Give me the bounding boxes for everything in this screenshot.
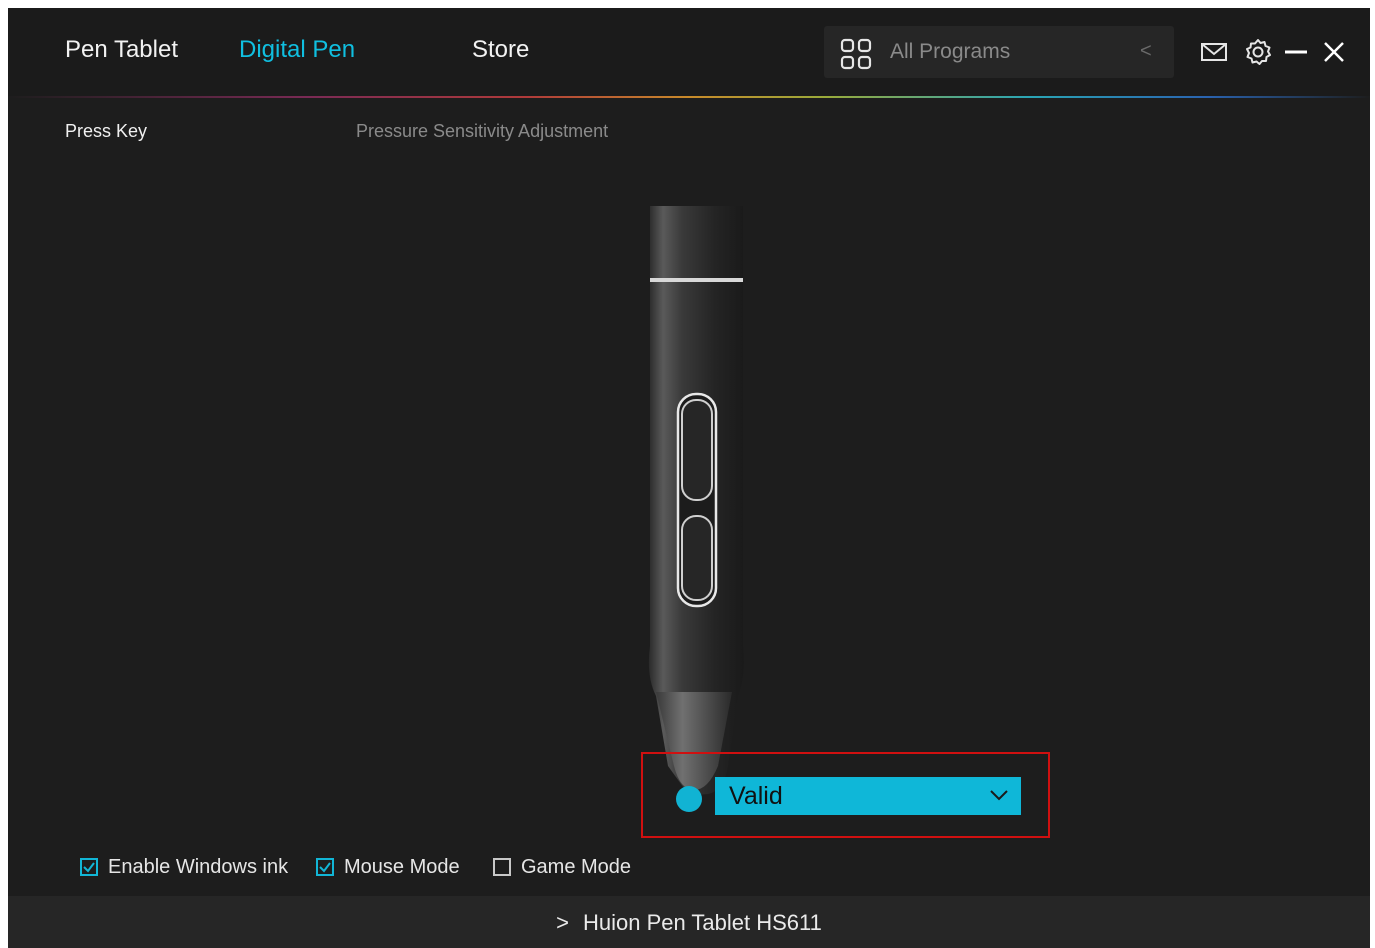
- program-selector[interactable]: All Programs <: [824, 26, 1174, 78]
- checkbox-unchecked-icon[interactable]: [493, 858, 511, 876]
- option-label: Game Mode: [521, 855, 632, 878]
- tab-digital-pen[interactable]: Digital Pen: [239, 36, 355, 64]
- digital-pen-illustration: [648, 206, 744, 795]
- app-window: Pen Tablet Digital Pen Store All Program…: [8, 8, 1370, 948]
- close-icon[interactable]: [1320, 38, 1348, 66]
- device-footer[interactable]: > Huion Pen Tablet HS611: [8, 896, 1370, 948]
- grid-icon: [840, 38, 872, 70]
- highlight-box: [641, 752, 1050, 838]
- chevron-right-icon: >: [556, 910, 569, 935]
- option-label: Mouse Mode: [344, 855, 460, 878]
- checkbox-checked-icon[interactable]: [80, 858, 98, 876]
- subtab-press-key[interactable]: Press Key: [65, 121, 147, 142]
- option-label: Enable Windows ink: [108, 855, 289, 878]
- subtab-pressure-sensitivity[interactable]: Pressure Sensitivity Adjustment: [356, 121, 608, 142]
- option-game-mode[interactable]: Game Mode: [493, 854, 631, 880]
- device-label: Huion Pen Tablet HS611: [582, 910, 822, 935]
- mail-icon[interactable]: [1200, 38, 1228, 66]
- top-navigation-bar: Pen Tablet Digital Pen Store All Program…: [8, 8, 1370, 96]
- tab-pen-tablet[interactable]: Pen Tablet: [65, 36, 178, 64]
- checkbox-checked-icon[interactable]: [316, 858, 334, 876]
- minimize-icon[interactable]: [1282, 38, 1310, 66]
- option-enable-windows-ink[interactable]: Enable Windows ink: [80, 854, 288, 880]
- gear-icon[interactable]: [1244, 38, 1272, 66]
- option-mouse-mode[interactable]: Mouse Mode: [316, 854, 460, 880]
- accent-divider: [8, 96, 1370, 98]
- device-name[interactable]: > Huion Pen Tablet HS611: [8, 910, 1370, 936]
- program-selector-label: All Programs: [890, 40, 1011, 63]
- collapse-arrow-icon[interactable]: <: [1140, 40, 1152, 63]
- tab-store[interactable]: Store: [472, 36, 529, 64]
